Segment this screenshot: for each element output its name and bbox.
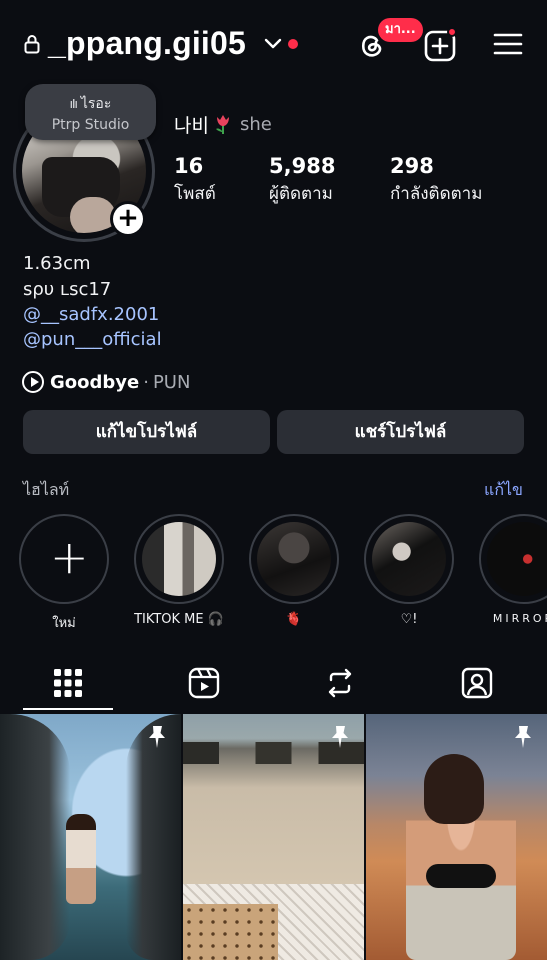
- highlight-ring[interactable]: [134, 514, 224, 604]
- highlight-label: ♡!: [400, 612, 418, 627]
- display-name: 나비: [174, 111, 234, 138]
- add-story-button[interactable]: +: [110, 201, 146, 237]
- bio-line: ѕρυ ʟѕc17: [23, 279, 112, 300]
- tulip-icon: [215, 115, 229, 134]
- note-subtitle: Ptrp Studio: [51, 117, 130, 133]
- create-notification-dot: [447, 27, 457, 37]
- highlight-label: TIKTOK ME 🎧: [134, 612, 224, 627]
- photo-detail: [426, 864, 496, 888]
- highlight-label: ใหม่: [52, 616, 76, 631]
- profile-music[interactable]: Goodbye · PUN: [22, 370, 190, 394]
- stat-value: 5,988: [269, 154, 336, 178]
- pin-icon: [515, 726, 531, 748]
- stat-label: กำลังติดตาม: [390, 184, 483, 204]
- username[interactable]: _ppang.gii05: [48, 25, 246, 62]
- stat-label: โพสต์: [174, 184, 216, 204]
- photo-detail: [183, 904, 278, 960]
- plus-icon: +: [113, 204, 143, 234]
- display-name-text: 나비: [174, 115, 209, 137]
- pin-icon: [149, 726, 165, 748]
- highlight-cover: [257, 522, 331, 596]
- highlight-cover: [142, 522, 216, 596]
- highlight-new[interactable]: + ใหม่: [19, 514, 109, 633]
- music-title: Goodbye: [50, 371, 140, 393]
- menu-icon[interactable]: [493, 32, 523, 56]
- highlight-ring[interactable]: [364, 514, 454, 604]
- bio-line: 1.63cm: [23, 253, 91, 274]
- stat-posts[interactable]: 16 โพสต์: [174, 154, 216, 207]
- highlight-item[interactable]: ♡!: [364, 514, 454, 627]
- note-bubble[interactable]: ıIı ไรอะ Ptrp Studio: [25, 84, 156, 140]
- highlights-title: ไฮไลท์: [23, 480, 70, 499]
- grid-icon[interactable]: [51, 666, 85, 700]
- pin-icon: [332, 726, 348, 748]
- stat-followers[interactable]: 5,988 ผู้ติดตาม: [269, 154, 335, 207]
- highlight-item[interactable]: TIKTOK ME 🎧: [134, 514, 224, 627]
- threads-badge[interactable]: มา...: [378, 18, 423, 42]
- note-title: ıIı ไรอะ: [25, 93, 156, 115]
- highlight-cover: [487, 522, 547, 596]
- stat-following[interactable]: 298 กำลังติดตาม: [390, 154, 482, 207]
- highlight-item[interactable]: 🫀: [249, 514, 339, 627]
- bio-mention-link[interactable]: @__sadfx.2001: [23, 304, 159, 325]
- photo-detail: [126, 714, 181, 960]
- highlight-ring[interactable]: [249, 514, 339, 604]
- edit-profile-button[interactable]: แก้ไขโปรไฟล์: [23, 410, 270, 454]
- music-artist: PUN: [152, 371, 191, 393]
- reels-icon[interactable]: [187, 666, 221, 700]
- highlight-label: MIRROR: [492, 612, 547, 625]
- avatar-photo-detail: [70, 197, 116, 233]
- post-thumbnail[interactable]: [366, 714, 547, 960]
- photo-detail: [0, 714, 70, 960]
- note-text: ไรอะ: [80, 96, 112, 112]
- active-tab-indicator: [23, 708, 113, 710]
- stat-label: ผู้ติดตาม: [269, 184, 333, 204]
- post-thumbnail[interactable]: [183, 714, 364, 960]
- plus-icon: +: [50, 530, 89, 584]
- highlight-item[interactable]: MIRROR: [479, 514, 547, 625]
- highlight-label: 🫀: [285, 612, 303, 627]
- highlight-new-circle[interactable]: +: [19, 514, 109, 604]
- highlights-edit-link[interactable]: แก้ไข: [484, 478, 523, 503]
- photo-detail: [66, 814, 96, 904]
- chevron-down-icon[interactable]: [264, 38, 282, 50]
- highlight-ring[interactable]: [479, 514, 547, 604]
- highlight-cover: [372, 522, 446, 596]
- post-grid: [0, 714, 547, 960]
- profile-tabs: [0, 658, 547, 712]
- reposts-icon[interactable]: [323, 666, 357, 700]
- stat-value: 298: [390, 154, 434, 178]
- top-bar: _ppang.gii05 มา...: [0, 0, 547, 90]
- audio-bars-icon: ıIı: [69, 97, 78, 111]
- pronoun: she: [240, 114, 272, 135]
- tagged-icon[interactable]: [460, 666, 494, 700]
- share-profile-button[interactable]: แชร์โปรไฟล์: [277, 410, 524, 454]
- music-separator: ·: [143, 371, 149, 393]
- account-notification-dot: [288, 39, 298, 49]
- post-thumbnail[interactable]: [0, 714, 181, 960]
- stat-value: 16: [174, 154, 204, 178]
- bio-mention-link[interactable]: @pun___official: [23, 329, 162, 350]
- photo-detail: [424, 754, 484, 824]
- lock-icon: [24, 35, 40, 54]
- play-icon[interactable]: [22, 371, 44, 393]
